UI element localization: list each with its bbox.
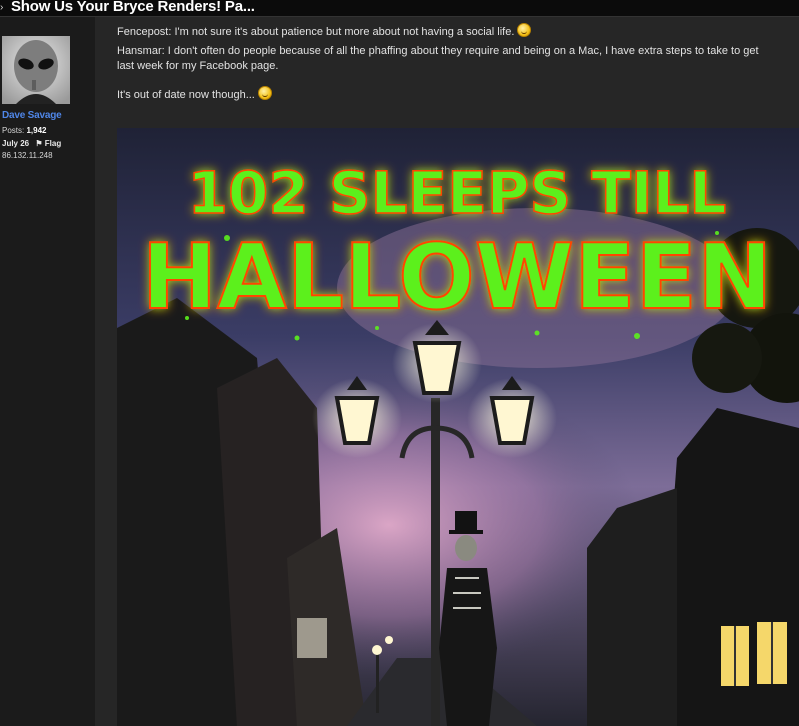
post-paragraph: Hansmar: I don't often do people because… (117, 45, 759, 57)
smile-emoji-icon (517, 23, 532, 37)
halloween-render-image[interactable]: 102 SLEEPS TILL HALLOWEEN (117, 128, 799, 726)
post-paragraph: It's out of date now though... (117, 86, 272, 103)
author-posts-count: Posts: 1,942 (2, 126, 47, 135)
grin-emoji-icon (257, 86, 272, 100)
headline-line2: HALLOWEEN (142, 225, 773, 330)
paragraph-text: Fencepost: I'm not sure it's about patie… (117, 26, 515, 38)
post-body: Fencepost: I'm not sure it's about patie… (96, 17, 799, 726)
flag-icon[interactable]: ⚑ (35, 139, 42, 148)
flag-link[interactable]: Flag (45, 139, 61, 148)
post-date[interactable]: July 26 (2, 139, 29, 148)
author-ip: 86.132.11.248 (2, 151, 53, 160)
headline-line1: 102 SLEEPS TILL (188, 159, 727, 227)
posts-label: Posts: (2, 126, 25, 135)
paragraph-text: It's out of date now though... (117, 89, 255, 101)
author-username[interactable]: Dave Savage (2, 110, 62, 121)
post-author-sidebar: Dave Savage Posts: 1,942 July 26 ⚑ Flag … (0, 17, 95, 726)
post-paragraph-continued: last week for my Facebook page. (117, 60, 279, 72)
post-paragraph: Fencepost: I'm not sure it's about patie… (117, 23, 532, 40)
post-date-flag-row: July 26 ⚑ Flag (2, 139, 61, 148)
breadcrumb-arrow-icon: › (0, 2, 4, 13)
thread-title[interactable]: Show Us Your Bryce Renders! Pa... (11, 0, 255, 16)
avatar[interactable] (2, 36, 70, 104)
thread-title-bar: › Show Us Your Bryce Renders! Pa... (0, 0, 799, 17)
posts-count-value: 1,942 (26, 126, 47, 135)
